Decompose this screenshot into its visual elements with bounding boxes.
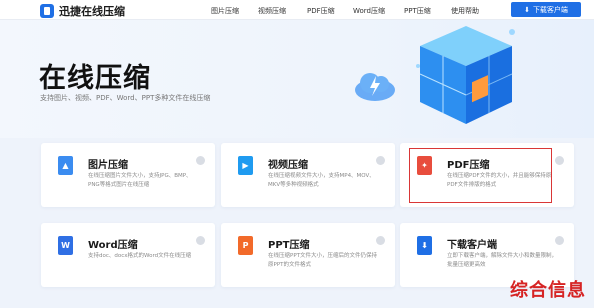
arrow-icon [555, 236, 564, 245]
top-nav: 迅捷在线压缩 图片压缩 视频压缩 PDF压缩 Word压缩 PPT压缩 使用帮助… [0, 0, 594, 20]
card-title: 视频压缩 [268, 160, 308, 171]
logo[interactable]: 迅捷在线压缩 [40, 3, 125, 19]
nav-item-image[interactable]: 图片压缩 [211, 6, 239, 16]
ppt-icon: P [238, 236, 253, 255]
card-video-compress[interactable]: ▶ 视频压缩 在线压缩视频文件大小，支持MP4、MOV、MKV等多种视频格式 [221, 143, 395, 207]
nav-item-ppt[interactable]: PPT压缩 [404, 6, 431, 16]
card-desc: 在线压缩PPT文件大小，压缩后的文件仍保持原PPT的文件格式 [268, 253, 377, 268]
video-icon: ▶ [238, 156, 253, 175]
arrow-icon [196, 236, 205, 245]
highlight-box [409, 148, 552, 203]
watermark: 综合信息 [510, 280, 586, 301]
card-title: Word压缩 [88, 240, 138, 251]
card-title: PPT压缩 [268, 240, 310, 251]
page-title: 在线压缩 [39, 63, 151, 94]
card-desc: 立即下载客户端，解除文件大小和数量限制，批量压缩更高效 [447, 253, 558, 268]
page-subtitle: 支持图片、视频、PDF、Word、PPT多种文件在线压缩 [40, 94, 211, 102]
card-title: 图片压缩 [88, 160, 128, 171]
download-icon: ⬇ [417, 236, 432, 255]
cloud-icon [355, 73, 395, 101]
download-icon: ⬇ [524, 5, 530, 14]
card-desc: 在线压缩视频文件大小，支持MP4、MOV、MKV等多种视频格式 [268, 173, 375, 188]
download-client-button[interactable]: ⬇ 下载客户端 [511, 2, 581, 17]
arrow-icon [376, 236, 385, 245]
nav-item-help[interactable]: 使用帮助 [451, 6, 479, 16]
card-desc: 支持doc、docx格式的Word文件在线压缩 [88, 253, 192, 259]
card-image-compress[interactable]: ▲ 图片压缩 在线压缩图片文件大小，支持JPG、BMP、PNG等格式图片在线压缩 [41, 143, 215, 207]
arrow-icon [196, 156, 205, 165]
cube-illustration-icon [416, 26, 515, 124]
logo-icon [40, 4, 54, 18]
image-icon: ▲ [58, 156, 73, 175]
card-desc: 在线压缩图片文件大小，支持JPG、BMP、PNG等格式图片在线压缩 [88, 173, 192, 188]
card-ppt-compress[interactable]: P PPT压缩 在线压缩PPT文件大小，压缩后的文件仍保持原PPT的文件格式 [221, 223, 395, 287]
nav-item-video[interactable]: 视频压缩 [258, 6, 286, 16]
card-word-compress[interactable]: W Word压缩 支持doc、docx格式的Word文件在线压缩 [41, 223, 215, 287]
nav-item-word[interactable]: Word压缩 [353, 6, 385, 16]
nav-item-pdf[interactable]: PDF压缩 [307, 6, 335, 16]
arrow-icon [555, 156, 564, 165]
card-title: 下载客户端 [447, 240, 497, 251]
arrow-icon [376, 156, 385, 165]
download-button-label: 下载客户端 [532, 5, 568, 14]
word-icon: W [58, 236, 73, 255]
logo-text: 迅捷在线压缩 [59, 5, 125, 18]
